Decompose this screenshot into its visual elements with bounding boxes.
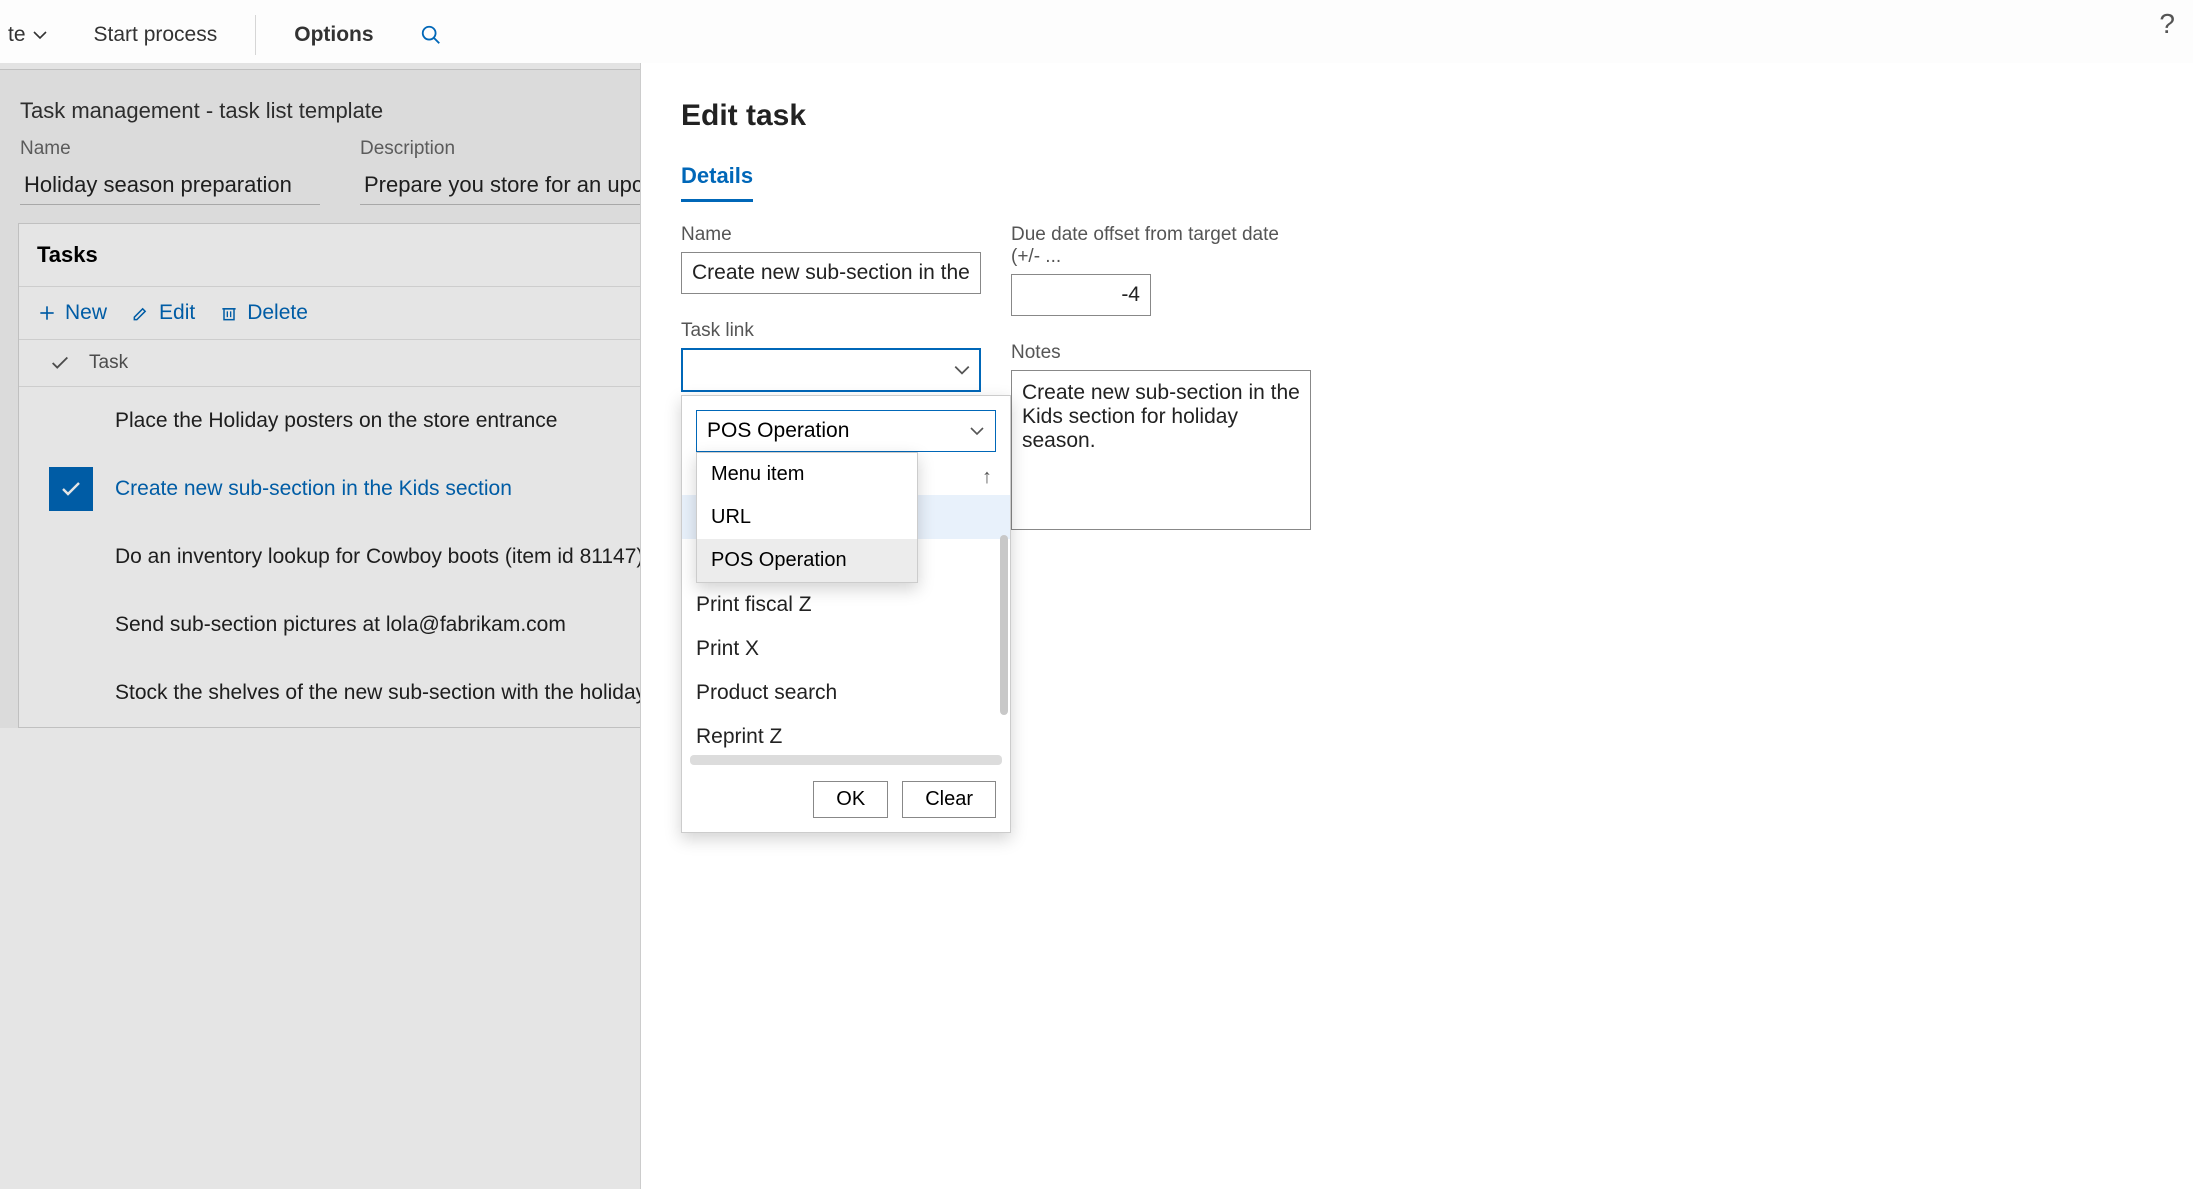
tab-details[interactable]: Details [681, 163, 753, 202]
task-name-label: Name [681, 224, 981, 246]
task-link-select[interactable] [681, 348, 981, 392]
task-header-label: Task [89, 352, 128, 374]
task-text: Create new sub-section in the Kids secti… [111, 477, 512, 501]
task-link-label: Task link [681, 320, 981, 342]
row-checkbox[interactable] [49, 399, 93, 443]
new-label: New [65, 301, 107, 325]
edit-label: Edit [159, 301, 195, 325]
scrollbar[interactable] [1000, 535, 1008, 715]
link-type-option-pos-operation[interactable]: POS Operation [697, 539, 917, 582]
trash-icon [219, 303, 239, 323]
delete-label: Delete [247, 301, 308, 325]
action-bar: te Start process Options [0, 0, 2193, 70]
link-type-option-url[interactable]: URL [697, 496, 917, 539]
search-button[interactable] [412, 24, 450, 46]
search-icon [420, 24, 442, 46]
row-checkbox[interactable] [49, 671, 93, 715]
notes-textarea[interactable] [1011, 370, 1311, 530]
notes-label: Notes [1011, 342, 1311, 364]
row-checkbox[interactable] [49, 603, 93, 647]
help-icon[interactable]: ? [2159, 8, 2175, 40]
edit-button[interactable]: Edit [131, 301, 195, 325]
list-item[interactable]: Print fiscal Z [682, 583, 1010, 627]
pencil-icon [131, 303, 151, 323]
new-button[interactable]: New [37, 301, 107, 325]
task-name-input[interactable] [681, 252, 981, 294]
task-text: Send sub-section pictures at lola@fabrik… [111, 613, 566, 637]
due-offset-label: Due date offset from target date (+/- ..… [1011, 224, 1311, 268]
check-icon [49, 352, 71, 374]
link-type-select[interactable]: POS Operation [696, 410, 996, 452]
delete-button[interactable]: Delete [219, 301, 308, 325]
link-type-selected: POS Operation [707, 419, 849, 443]
chevron-down-icon [32, 27, 48, 43]
clear-button[interactable]: Clear [902, 781, 996, 818]
list-item[interactable]: Product search [682, 671, 1010, 715]
sort-asc-icon: ↑ [982, 466, 992, 489]
options-button[interactable]: Options [286, 23, 381, 47]
name-label: Name [20, 138, 320, 160]
chevron-down-icon [969, 423, 985, 439]
due-offset-input[interactable] [1011, 274, 1151, 316]
row-checkbox[interactable] [49, 467, 93, 511]
row-checkbox[interactable] [49, 535, 93, 579]
action-label: te [8, 23, 26, 47]
link-type-option-menu-item[interactable]: Menu item [697, 453, 917, 496]
edit-task-panel: Edit task Details Name Task link [640, 63, 2193, 1189]
start-process-button[interactable]: Start process [86, 23, 226, 47]
horizontal-scrollbar[interactable] [690, 755, 1002, 765]
action-truncated[interactable]: te [0, 23, 56, 47]
divider [255, 15, 256, 55]
name-input[interactable] [20, 166, 320, 205]
list-item[interactable]: Print X [682, 627, 1010, 671]
list-item[interactable]: Reprint Z [682, 715, 1010, 755]
plus-icon [37, 303, 57, 323]
task-link-dropdown: POS Operation Menu item URL POS Operatio… [681, 395, 1011, 833]
task-text: Do an inventory lookup for Cowboy boots … [111, 545, 643, 569]
task-text: Place the Holiday posters on the store e… [111, 409, 557, 433]
panel-title: Edit task [681, 99, 2153, 133]
link-type-options: Menu item URL POS Operation [696, 452, 918, 583]
ok-button[interactable]: OK [813, 781, 888, 818]
task-text: Stock the shelves of the new sub-section… [111, 681, 671, 705]
